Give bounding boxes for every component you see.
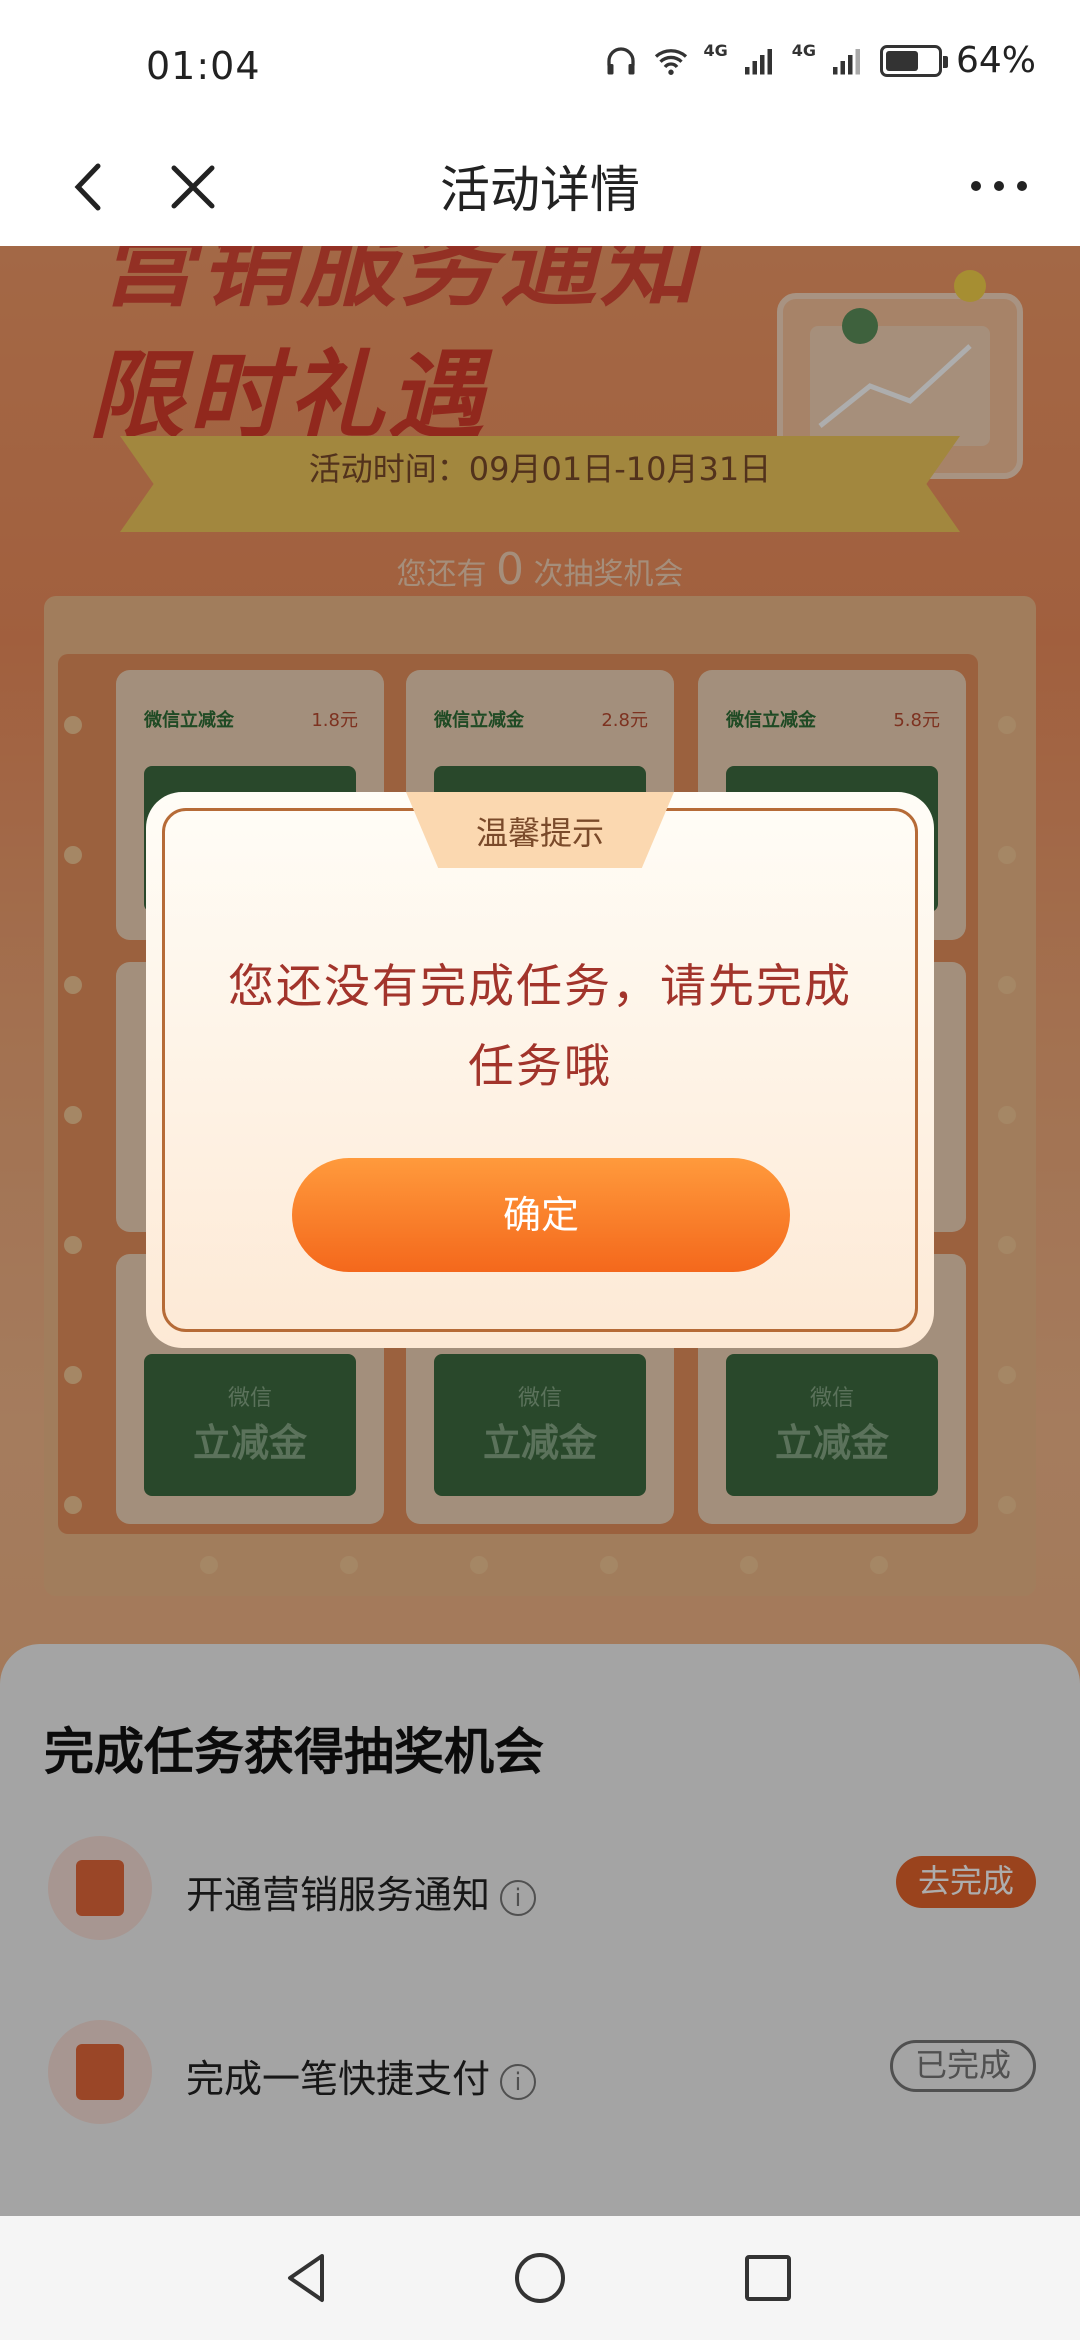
dialog-message-line-1: 您还没有完成任务，请先完成	[228, 959, 852, 1013]
nav-back-icon[interactable]	[276, 2246, 340, 2310]
status-time: 01:04	[146, 44, 261, 88]
wifi-icon	[655, 48, 688, 75]
network-type-2: 4G	[791, 41, 816, 60]
status-bar: 01:04 4G 4G 64%	[0, 0, 1080, 132]
battery-level	[885, 50, 918, 71]
headphones-icon	[607, 46, 636, 74]
system-nav-bar	[0, 2216, 1080, 2340]
dialog-message: 您还没有完成任务，请先完成 任务哦	[196, 946, 884, 1106]
confirm-button[interactable]: 确定	[292, 1158, 790, 1272]
network-type-1: 4G	[703, 41, 728, 60]
more-options-icon[interactable]	[964, 166, 1034, 206]
nav-recents-icon[interactable]	[736, 2246, 800, 2310]
page-title: 活动详情	[440, 161, 640, 219]
dialog-message-line-2: 任务哦	[468, 1039, 612, 1093]
title-bar: 活动详情	[0, 132, 1080, 246]
battery-percent: 64%	[955, 40, 1036, 81]
nav-home-icon[interactable]	[508, 2246, 572, 2310]
tip-dialog: 温馨提示 您还没有完成任务，请先完成 任务哦 确定	[146, 792, 934, 1348]
dialog-title: 温馨提示	[475, 814, 604, 852]
signal-icon	[744, 48, 772, 74]
status-icons: 4G 4G 64%	[603, 40, 1036, 81]
dialog-title-tab: 温馨提示	[406, 792, 674, 868]
battery-icon	[879, 44, 948, 77]
signal-icon-2	[832, 48, 860, 74]
